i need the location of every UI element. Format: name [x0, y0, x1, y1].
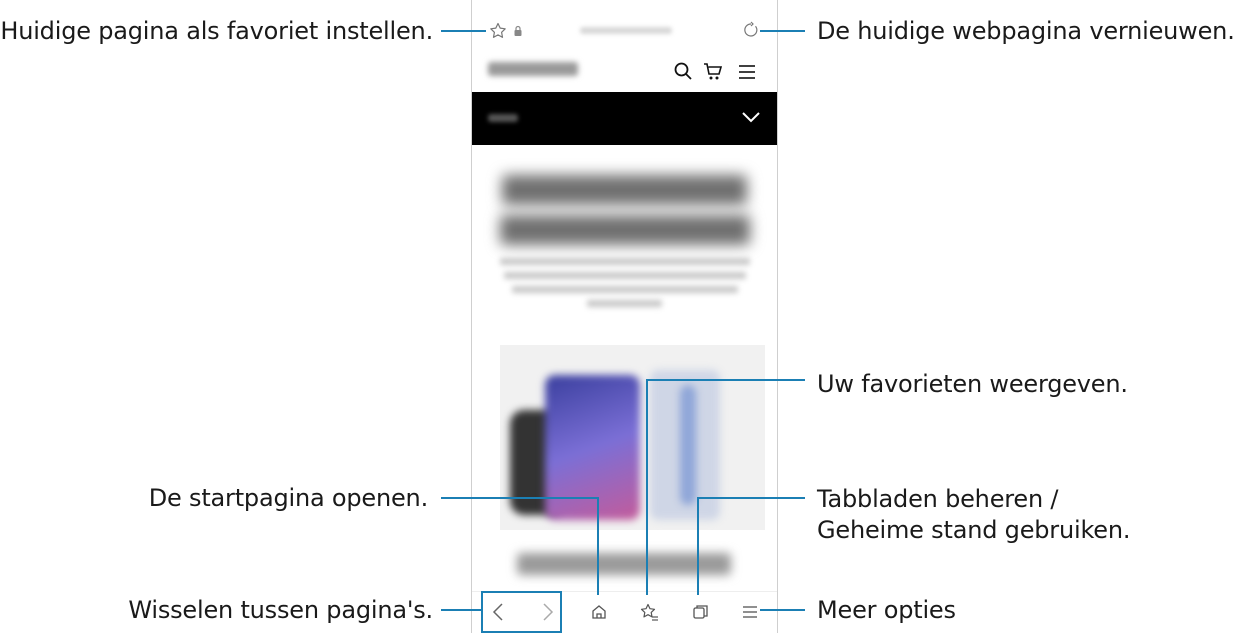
menu-icon[interactable] — [738, 64, 756, 80]
hero-text-line4 — [587, 300, 662, 307]
tabs-icon[interactable] — [692, 603, 710, 621]
bookmarks-icon[interactable] — [639, 602, 659, 622]
url-bar — [472, 14, 777, 48]
hero-text-line3 — [512, 286, 738, 293]
category-bar[interactable] — [472, 92, 777, 145]
annotation-tabs: Tabbladen beheren / Geheime stand gebrui… — [817, 484, 1131, 546]
more-icon[interactable] — [742, 605, 758, 619]
annotation-home: De startpagina openen. — [148, 484, 428, 512]
star-icon[interactable] — [488, 21, 508, 41]
site-header — [472, 50, 777, 92]
annotation-favorite: Huidige pagina als favoriet instellen. — [0, 17, 433, 45]
lock-icon — [513, 25, 523, 37]
hero-title-line1 — [502, 175, 747, 205]
annotation-refresh: De huidige webpagina vernieuwen. — [817, 17, 1235, 45]
home-icon[interactable] — [590, 603, 608, 621]
leader-line-home-v — [597, 497, 599, 595]
hero-text-line1 — [500, 258, 750, 265]
leader-line-navigate — [441, 609, 483, 611]
leader-line-bookmarks-h — [646, 379, 805, 381]
annotation-tabs-line1: Tabbladen beheren / — [817, 485, 1059, 513]
annotation-tabs-line2: Geheime stand gebruiken. — [817, 516, 1131, 544]
product-image — [500, 345, 765, 530]
category-label — [488, 114, 518, 122]
search-icon[interactable] — [673, 61, 693, 81]
refresh-icon[interactable] — [742, 21, 760, 39]
leader-line-bookmarks-v — [646, 379, 648, 595]
chevron-down-icon[interactable] — [741, 110, 761, 124]
leader-line-tabs-h — [697, 497, 805, 499]
leader-line-refresh — [760, 30, 805, 32]
browser-screen — [471, 0, 778, 634]
leader-line-more — [760, 609, 805, 611]
hero-title-line2 — [500, 215, 750, 245]
annotation-bookmarks: Uw favorieten weergeven. — [817, 370, 1128, 398]
leader-line-home-h — [441, 497, 599, 499]
annotation-navigate: Wisselen tussen pagina's. — [128, 596, 433, 624]
site-logo[interactable] — [488, 62, 578, 76]
hero-text-line2 — [504, 272, 746, 279]
cart-icon[interactable] — [702, 60, 724, 82]
url-text[interactable] — [580, 27, 672, 34]
annotation-more: Meer opties — [817, 596, 956, 624]
leader-line-tabs-v — [697, 497, 699, 595]
navigate-highlight-box — [481, 591, 562, 633]
leader-line-favorite — [441, 30, 486, 32]
